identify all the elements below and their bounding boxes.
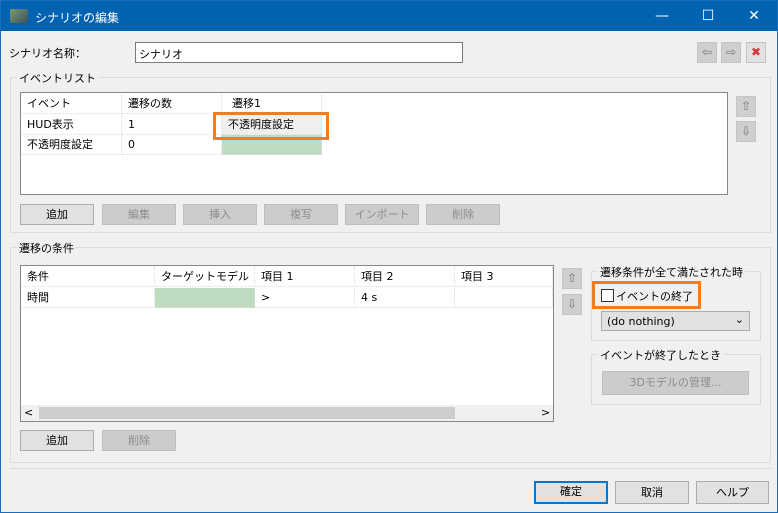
scenario-name-label: シナリオ名称： xyxy=(9,47,86,60)
maximize-button[interactable]: ☐ xyxy=(685,1,731,31)
table-cell[interactable]: 4 s xyxy=(355,288,455,308)
move-down-icon[interactable]: ⇩ xyxy=(562,294,582,315)
conditions-title: 遷移の条件 xyxy=(17,240,76,256)
column-header[interactable]: イベント xyxy=(21,94,122,114)
table-cell[interactable]: 不透明度設定 xyxy=(21,135,122,155)
table-cell[interactable] xyxy=(155,288,255,308)
column-header[interactable]: ターゲットモデル xyxy=(155,267,255,287)
table-cell[interactable] xyxy=(455,288,553,308)
move-up-icon[interactable]: ⇧ xyxy=(736,96,756,117)
prev-arrow-icon[interactable]: ⇦ xyxy=(697,42,717,63)
close-button[interactable]: ✕ xyxy=(731,1,777,31)
dropdown-value: (do nothing) xyxy=(607,315,675,328)
delete-condition-button[interactable]: 削除 xyxy=(102,430,176,451)
minimize-button[interactable]: — xyxy=(639,1,685,31)
table-cell[interactable]: 時間 xyxy=(21,288,155,308)
column-header[interactable]: 項目 1 xyxy=(255,267,355,287)
add-event-button[interactable]: 追加 xyxy=(20,204,94,225)
scrollbar-thumb[interactable] xyxy=(39,407,455,419)
when-event-ends-title: イベントが終了したとき xyxy=(598,347,723,363)
column-header[interactable]: 項目 2 xyxy=(355,267,455,287)
action-dropdown[interactable]: (do nothing) ⌄ xyxy=(601,311,750,331)
table-cell[interactable]: 0 xyxy=(122,135,222,155)
highlight-box xyxy=(592,281,701,309)
title-bar: シナリオの編集 — ☐ ✕ xyxy=(1,1,777,31)
when-all-met-title: 遷移条件が全て満たされた時 xyxy=(598,264,745,280)
next-arrow-icon[interactable]: ⇨ xyxy=(721,42,741,63)
scenario-name-input[interactable]: シナリオ xyxy=(135,42,463,63)
event-list[interactable]: イベント 遷移の数 遷移1 HUD表示 1 不透明度設定 不透明度設定 0 xyxy=(20,92,728,195)
conditions-list[interactable]: 条件 ターゲットモデル 項目 1 項目 2 項目 3 時間 > 4 s < > xyxy=(20,265,554,422)
highlight-box xyxy=(213,112,329,140)
move-up-icon[interactable]: ⇧ xyxy=(562,268,582,289)
window-title: シナリオの編集 xyxy=(35,11,120,25)
table-cell[interactable]: 1 xyxy=(122,115,222,135)
app-icon xyxy=(10,9,28,23)
event-list-title: イベントリスト xyxy=(17,70,98,86)
scroll-right-icon[interactable]: > xyxy=(541,406,550,419)
help-button[interactable]: ヘルプ xyxy=(696,481,769,504)
cancel-button[interactable]: 取消 xyxy=(615,481,689,504)
column-header[interactable]: 項目 3 xyxy=(455,267,553,287)
column-header[interactable]: 条件 xyxy=(21,267,155,287)
add-condition-button[interactable]: 追加 xyxy=(20,430,94,451)
table-cell[interactable]: > xyxy=(255,288,355,308)
edit-event-button[interactable]: 編集 xyxy=(102,204,176,225)
column-header[interactable]: 遷移1 xyxy=(222,94,322,114)
copy-event-button[interactable]: 複写 xyxy=(264,204,338,225)
chevron-down-icon: ⌄ xyxy=(734,313,744,326)
table-cell[interactable]: HUD表示 xyxy=(21,115,122,135)
delete-x-icon[interactable]: ✖ xyxy=(746,42,766,63)
column-header[interactable]: 遷移の数 xyxy=(122,94,222,114)
ok-button[interactable]: 確定 xyxy=(534,481,608,504)
import-event-button[interactable]: インポート xyxy=(345,204,419,225)
scroll-left-icon[interactable]: < xyxy=(24,406,33,419)
delete-event-button[interactable]: 削除 xyxy=(426,204,500,225)
move-down-icon[interactable]: ⇩ xyxy=(736,121,756,142)
insert-event-button[interactable]: 挿入 xyxy=(183,204,257,225)
manage-3d-models-button[interactable]: 3Dモデルの管理... xyxy=(602,371,749,395)
separator xyxy=(10,468,771,469)
horizontal-scrollbar[interactable]: < > xyxy=(21,405,553,421)
